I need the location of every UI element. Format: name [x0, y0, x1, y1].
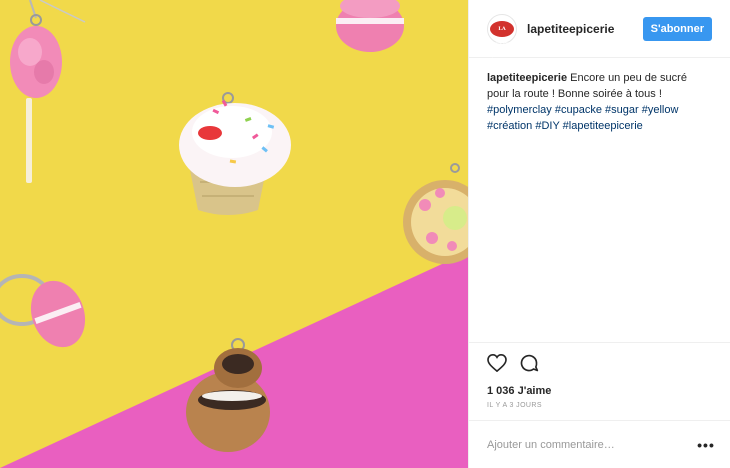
post-header: LA PETITE ÉPICERIE lapetiteepicerie S'ab…: [469, 0, 730, 64]
comment-bar: •••: [469, 420, 730, 468]
hashtag-link[interactable]: #polymerclay: [487, 104, 552, 116]
post-actions: [469, 342, 730, 382]
hashtag-link[interactable]: #lapetiteepicerie: [563, 120, 643, 132]
post-caption: lapetiteepicerie Encore un peu de sucré …: [469, 58, 730, 342]
heart-icon: [487, 353, 507, 372]
avatar-logo: LA PETITE ÉPICERIE: [490, 20, 518, 64]
comment-icon: [520, 354, 539, 371]
avatar[interactable]: LA PETITE ÉPICERIE: [487, 13, 518, 64]
hashtag-link[interactable]: #cupacke: [555, 104, 602, 116]
comment-input[interactable]: [487, 438, 696, 451]
hashtag-link[interactable]: #yellow: [642, 104, 679, 116]
username-link[interactable]: lapetiteepicerie: [527, 22, 643, 36]
more-options-button[interactable]: •••: [696, 435, 716, 455]
comment-button[interactable]: [519, 353, 539, 373]
instagram-post: LA PETITE ÉPICERIE lapetiteepicerie S'ab…: [0, 0, 730, 468]
post-sidebar: LA PETITE ÉPICERIE lapetiteepicerie S'ab…: [468, 0, 730, 468]
hashtag-link[interactable]: #création: [487, 120, 532, 132]
likes-count[interactable]: 1 036 J'aime: [469, 382, 730, 400]
hashtag-link[interactable]: #sugar: [605, 104, 639, 116]
post-timestamp[interactable]: IL Y A 3 JOURS: [469, 400, 730, 420]
hashtag-link[interactable]: #DIY: [535, 120, 559, 132]
post-photo[interactable]: [0, 0, 468, 468]
like-button[interactable]: [487, 353, 507, 373]
follow-button[interactable]: S'abonner: [642, 16, 712, 41]
post-photo-illustration: [0, 0, 468, 468]
caption-username[interactable]: lapetiteepicerie: [487, 72, 567, 84]
macaron-charm-top: [336, 0, 404, 52]
